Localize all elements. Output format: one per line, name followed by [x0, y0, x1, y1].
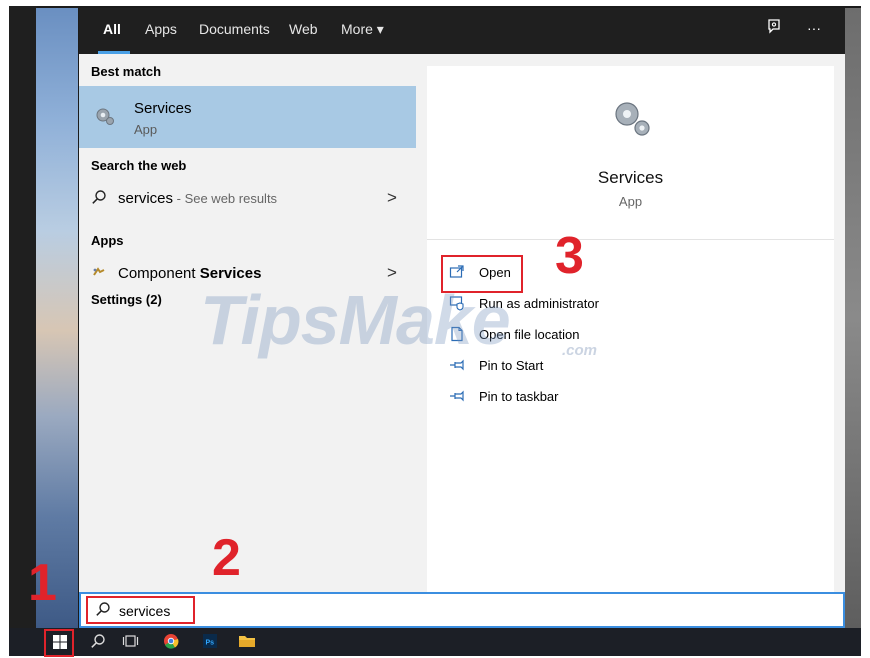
tab-all[interactable]: All [103, 21, 121, 37]
desktop-wallpaper [36, 8, 78, 628]
preview-title: Services [597, 168, 664, 187]
start-callout-box [44, 629, 74, 657]
component-services-icon [91, 264, 107, 284]
pin-to-taskbar-label: Pin to taskbar [479, 389, 559, 404]
best-match-header: Best match [91, 64, 162, 79]
pin-to-taskbar-action[interactable]: Pin to taskbar [449, 384, 749, 410]
watermark-domain: .com [562, 342, 598, 359]
chrome-icon[interactable] [163, 633, 179, 653]
web-result-query: services [118, 190, 174, 207]
file-explorer-icon[interactable] [238, 633, 256, 653]
search-callout-box [86, 596, 195, 624]
search-icon[interactable] [90, 633, 106, 653]
taskbar: Ps [9, 628, 861, 656]
chevron-right-icon[interactable]: > [387, 188, 397, 208]
step-3-label: 3 [555, 227, 584, 285]
tab-apps[interactable]: Apps [145, 21, 177, 37]
tab-documents[interactable]: Documents [199, 21, 270, 37]
task-view-icon[interactable] [122, 633, 140, 653]
svg-text:Ps: Ps [206, 640, 215, 647]
search-scope-tabs: All Apps Documents Web More ▾ ··· [79, 8, 845, 54]
tab-more[interactable]: More ▾ [341, 21, 384, 38]
search-web-header: Search the web [91, 158, 187, 173]
tab-more-label: More [341, 21, 373, 37]
web-result-row[interactable]: services - See web results > [79, 185, 416, 213]
best-match-title: Services [134, 100, 192, 117]
chevron-down-icon: ▾ [376, 21, 384, 37]
pin-to-start-label: Pin to Start [479, 358, 544, 373]
tab-web[interactable]: Web [289, 21, 318, 37]
watermark-logo: TipsMake [200, 281, 511, 359]
settings-header[interactable]: Settings (2) [91, 292, 162, 307]
desktop-wallpaper-right [845, 8, 861, 628]
services-large-icon [609, 96, 655, 142]
pin-icon [449, 388, 465, 404]
feedback-icon[interactable] [765, 18, 783, 41]
best-match-result[interactable]: Services App [79, 86, 416, 148]
preview-subtitle: App [618, 194, 643, 209]
web-result-suffix: - See web results [173, 191, 278, 206]
step-1-label: 1 [28, 554, 57, 612]
web-result-label: services - See web results [118, 190, 277, 207]
services-gear-icon [93, 104, 117, 128]
best-match-subtitle: App [134, 122, 158, 137]
preview-divider [427, 239, 834, 240]
apps-header: Apps [91, 233, 124, 248]
desktop-edge [9, 6, 37, 628]
search-icon [91, 189, 107, 209]
step-2-label: 2 [212, 529, 241, 587]
component-services-prefix: Component [118, 265, 200, 282]
more-options-icon[interactable]: ··· [807, 20, 821, 36]
photoshop-icon[interactable]: Ps [202, 633, 218, 653]
